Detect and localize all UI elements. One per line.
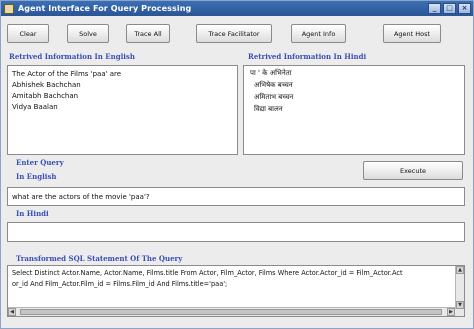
sql-vertical-scrollbar[interactable]: ▲ ▼ xyxy=(455,266,464,309)
close-button[interactable]: × xyxy=(458,3,471,14)
trace-all-button[interactable]: Trace All xyxy=(126,24,170,43)
scroll-down-icon[interactable]: ▼ xyxy=(456,301,464,309)
hindi-result-area[interactable]: पा ' के अभिनेता अभिषेक बच्चन अमिताभ बच्च… xyxy=(243,65,465,155)
hindi-query-input[interactable] xyxy=(7,222,465,242)
hindi-result-line: विद्या बालन xyxy=(254,105,283,113)
scrollbar-thumb[interactable] xyxy=(20,309,442,315)
english-result-heading: Retrived Information In English xyxy=(9,52,135,61)
hindi-result-line: अमिताभ बच्चन xyxy=(254,93,294,101)
english-result-line: The Actor of the Films 'paa' are xyxy=(12,70,122,78)
scroll-up-icon[interactable]: ▲ xyxy=(456,266,464,274)
english-result-line: Abhishek Bachchan xyxy=(12,81,81,89)
english-result-area[interactable]: The Actor of the Films 'paa' are Abhishe… xyxy=(7,65,238,155)
solve-button[interactable]: Solve xyxy=(67,24,109,43)
agent-info-button[interactable]: Agent Info xyxy=(291,24,346,43)
hindi-result-line: पा ' के अभिनेता xyxy=(250,69,292,77)
minimize-button[interactable]: _ xyxy=(428,3,441,14)
sql-line: Select Distinct Actor.Name, Actor.Name, … xyxy=(12,269,403,277)
sql-output-area[interactable]: Select Distinct Actor.Name, Actor.Name, … xyxy=(7,265,465,317)
toolbar: Clear Solve Trace All Trace Facilitator … xyxy=(7,24,467,46)
english-query-input[interactable]: what are the actors of the movie 'paa'? xyxy=(7,187,465,206)
app-icon xyxy=(4,3,14,14)
window-title: Agent Interface For Query Processing xyxy=(18,4,192,13)
execute-button[interactable]: Execute xyxy=(363,161,463,180)
scroll-left-icon[interactable]: ◀ xyxy=(8,308,16,316)
agent-host-button[interactable]: Agent Host xyxy=(383,24,441,43)
hindi-result-line: अभिषेक बच्चन xyxy=(254,81,293,89)
trace-facilitator-button[interactable]: Trace Facilitator xyxy=(196,24,272,43)
in-hindi-label: In Hindi xyxy=(16,209,49,218)
maximize-button[interactable]: □ xyxy=(443,3,456,14)
hindi-result-heading: Retrived Information In Hindi xyxy=(248,52,367,61)
in-english-label: In English xyxy=(16,172,57,181)
english-result-line: Amitabh Bachchan xyxy=(12,92,79,100)
title-bar[interactable]: Agent Interface For Query Processing _ □… xyxy=(1,1,473,16)
scroll-right-icon[interactable]: ▶ xyxy=(447,308,455,316)
clear-button[interactable]: Clear xyxy=(7,24,49,43)
english-result-line: Vidya Baalan xyxy=(12,103,58,111)
app-window: Agent Interface For Query Processing _ □… xyxy=(0,0,474,329)
sql-horizontal-scrollbar[interactable]: ◀ ▶ xyxy=(8,307,464,316)
enter-query-label: Enter Query xyxy=(16,158,64,167)
sql-line: or_id And Film_Actor.Film_id = Films.Fil… xyxy=(12,280,228,288)
sql-heading: Transformed SQL Statement Of The Query xyxy=(16,254,183,263)
